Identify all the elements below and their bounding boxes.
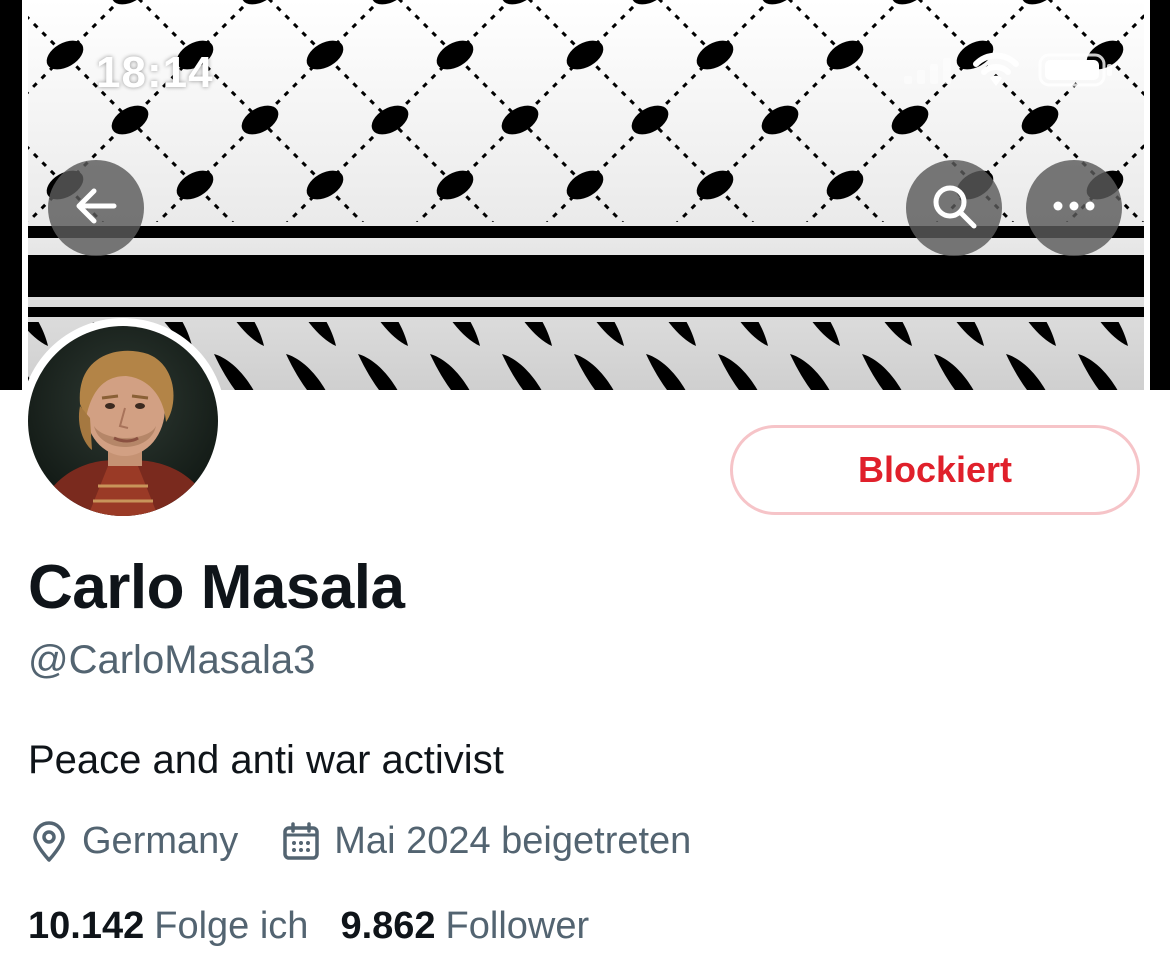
followers-link[interactable]: 9.862 Follower <box>340 905 589 948</box>
bio: Peace and anti war activist <box>28 738 504 782</box>
signal-icon <box>902 54 954 91</box>
status-icons <box>902 52 1114 93</box>
battery-icon <box>1038 52 1114 93</box>
following-link[interactable]: 10.142 Folge ich <box>28 905 308 948</box>
join-date-text: Mai 2024 beigetreten <box>334 820 692 862</box>
search-icon <box>930 182 978 235</box>
more-options-button[interactable] <box>1026 160 1122 256</box>
followers-label: Follower <box>445 905 590 947</box>
following-label: Folge ich <box>154 905 309 947</box>
more-horizontal-icon <box>1052 199 1096 217</box>
followers-count: 9.862 <box>340 905 436 947</box>
status-time: 18:14 <box>96 48 214 97</box>
join-date: Mai 2024 beigetreten <box>282 820 691 863</box>
arrow-left-icon <box>74 186 118 231</box>
user-handle: @CarloMasala3 <box>28 638 316 682</box>
blocked-button[interactable]: Blockiert <box>730 425 1140 515</box>
following-count: 10.142 <box>28 905 145 947</box>
wifi-icon <box>972 52 1020 93</box>
follow-stats: 10.142 Folge ich 9.862 Follower <box>28 905 589 948</box>
avatar-image <box>28 326 218 516</box>
location: Germany <box>30 820 238 863</box>
back-button[interactable] <box>48 160 144 256</box>
calendar-icon <box>283 821 320 860</box>
display-name: Carlo Masala <box>28 553 405 622</box>
location-pin-icon <box>33 820 65 862</box>
avatar[interactable] <box>20 318 226 524</box>
profile-meta: Germany Mai 2024 beigetreten <box>30 820 691 863</box>
profile-page: 18:14 Blockiert Carlo Masala @CarloMasal… <box>0 0 1170 964</box>
search-button[interactable] <box>906 160 1002 256</box>
location-text: Germany <box>82 820 239 862</box>
